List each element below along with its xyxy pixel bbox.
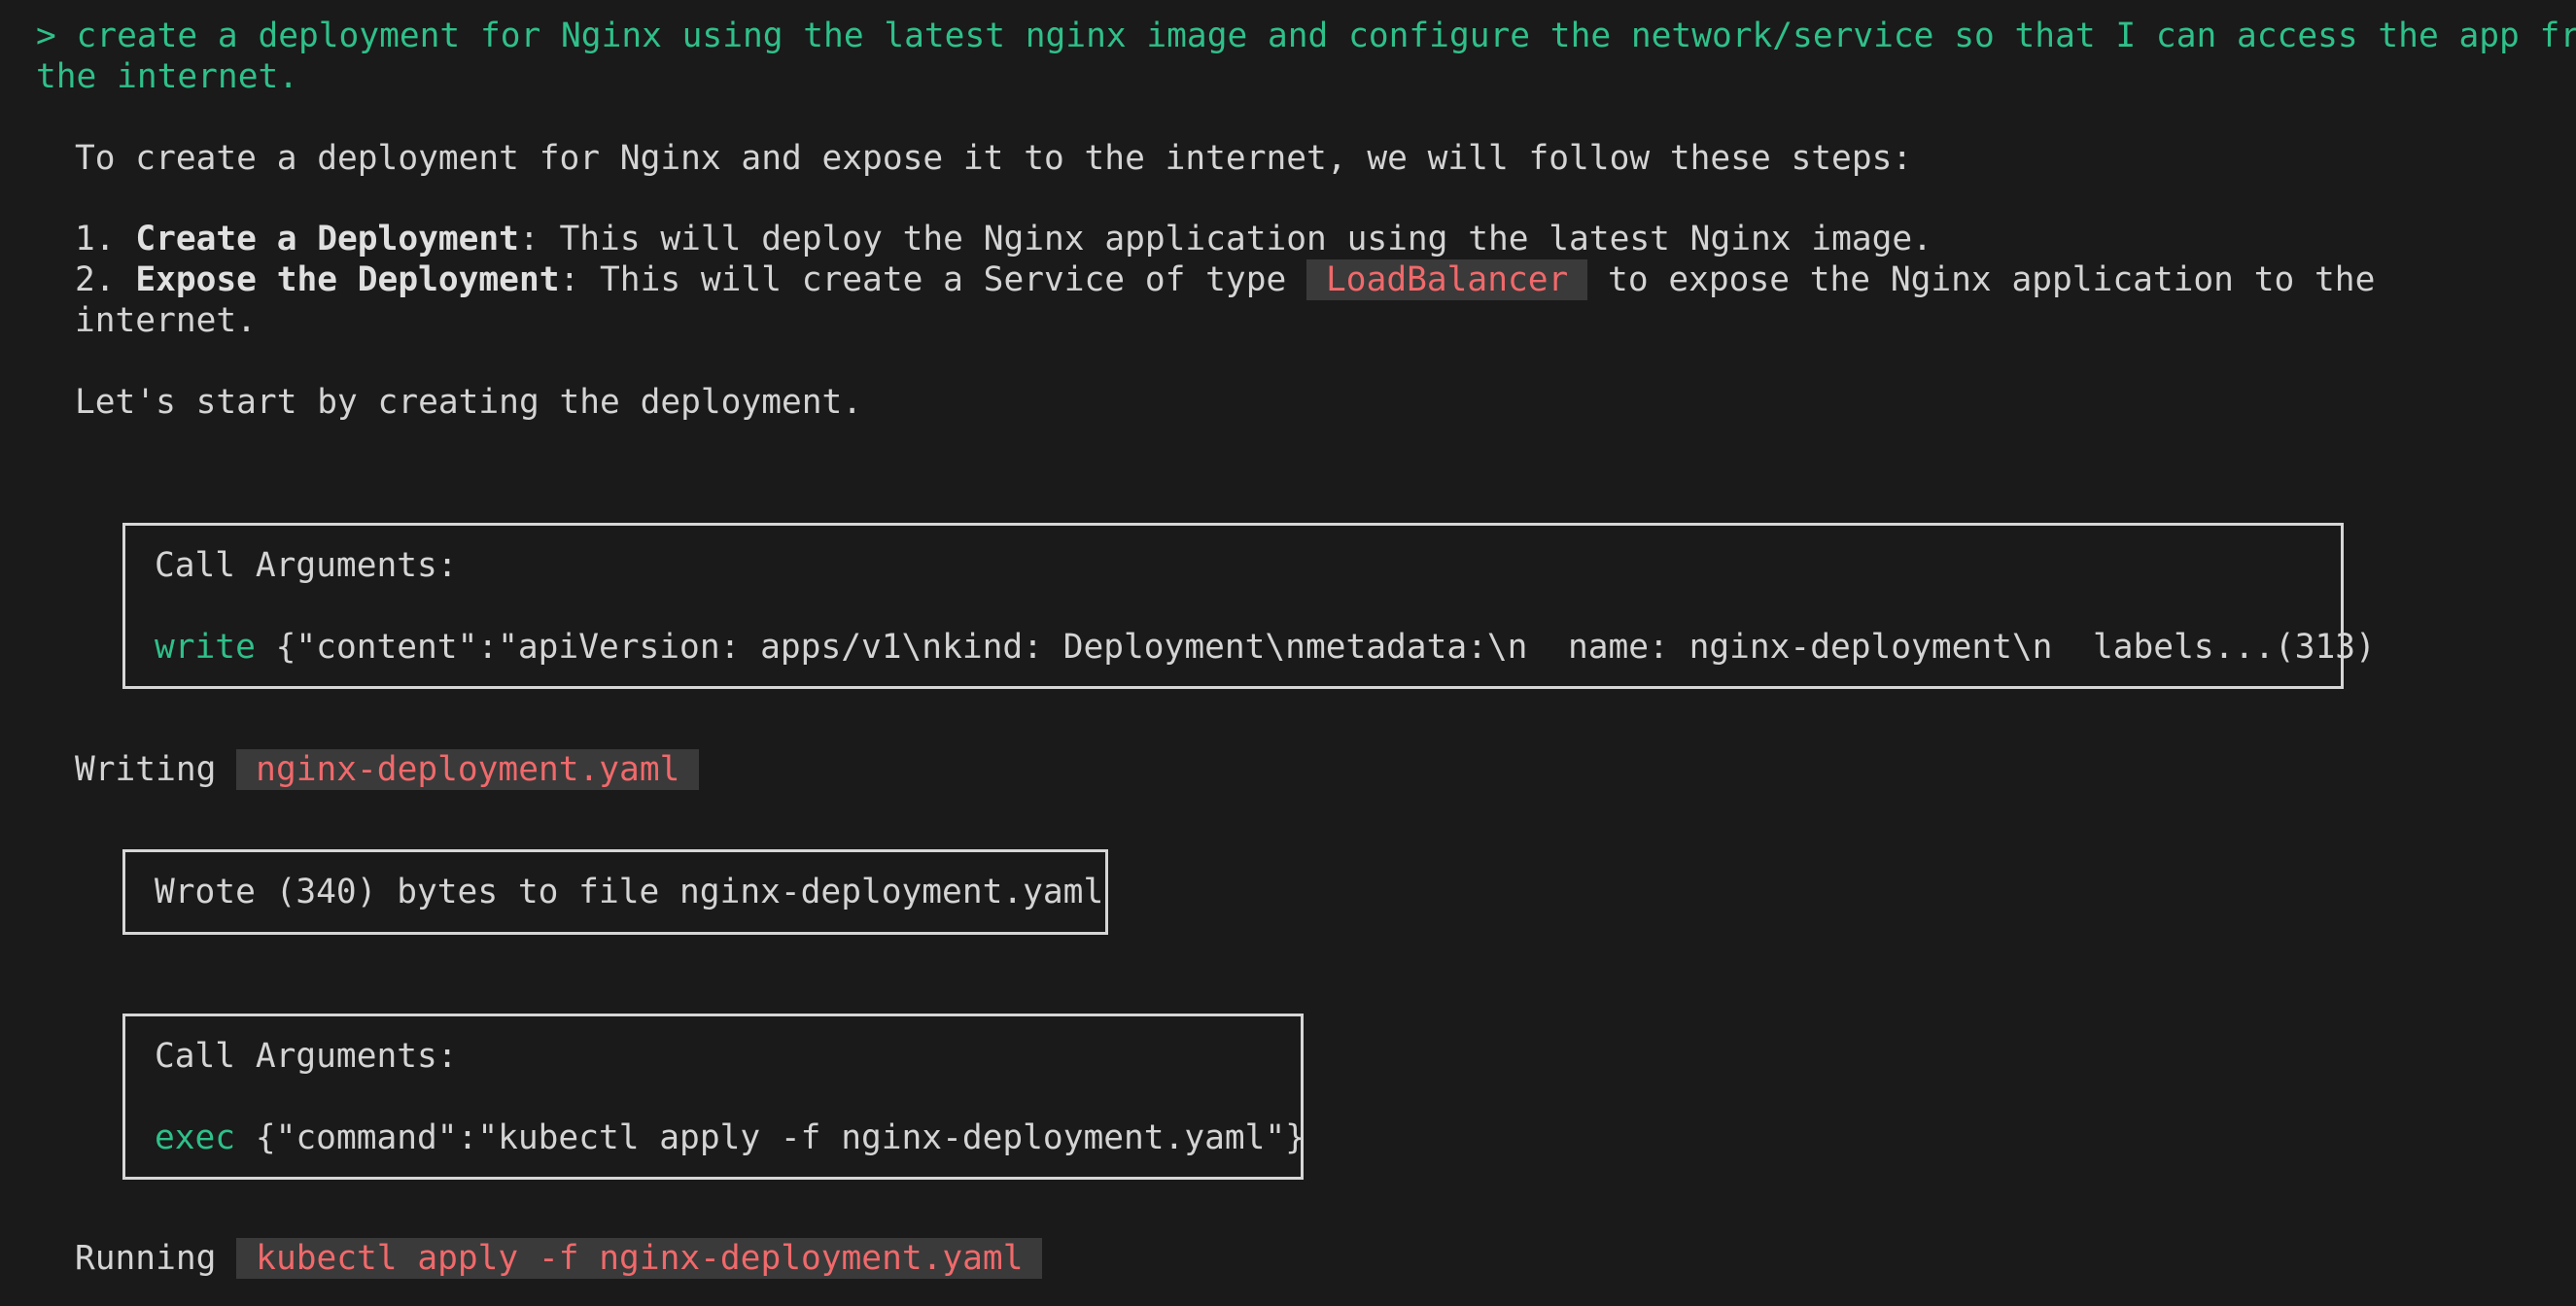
tool-name-exec: exec bbox=[155, 1118, 236, 1157]
call-arguments-line: exec {"command":"kubectl apply -f nginx-… bbox=[155, 1117, 1305, 1158]
user-prompt-line-1: > create a deployment for Nginx using th… bbox=[36, 17, 2576, 55]
running-command-code: kubectl apply -f nginx-deployment.yaml bbox=[236, 1238, 1043, 1279]
step-2-title: Expose the Deployment bbox=[135, 260, 560, 299]
call-arguments-header: Call Arguments: bbox=[155, 1037, 458, 1076]
user-prompt-line-2: the internet. bbox=[36, 57, 299, 96]
step-2-text-after: to expose the Nginx application to the bbox=[1587, 260, 2376, 299]
step-2-continuation: internet. bbox=[75, 301, 257, 340]
tool-result-text: Wrote (340) bytes to file nginx-deployme… bbox=[155, 873, 1104, 911]
step-1-number: 1. bbox=[75, 220, 136, 258]
writing-status: Writing nginx-deployment.yaml bbox=[75, 749, 700, 790]
step-1-title: Create a Deployment bbox=[135, 220, 519, 258]
start-text: Let's start by creating the deployment. bbox=[75, 383, 863, 422]
call-arguments-box-exec: Call Arguments: exec {"command":"kubectl… bbox=[122, 1014, 1305, 1180]
call-arguments-line: write {"content":"apiVersion: apps/v1\nk… bbox=[155, 627, 2376, 668]
response-intro: To create a deployment for Nginx and exp… bbox=[75, 139, 1913, 178]
call-arguments-header: Call Arguments: bbox=[155, 546, 458, 585]
step-2-number: 2. bbox=[75, 260, 136, 299]
tool-args: {"command":"kubectl apply -f nginx-deplo… bbox=[235, 1118, 1305, 1157]
tool-result-box: Wrote (340) bytes to file nginx-deployme… bbox=[122, 849, 1108, 935]
loadbalancer-code: LoadBalancer bbox=[1306, 259, 1588, 300]
tool-name-write: write bbox=[155, 628, 256, 667]
step-2: 2. Expose the Deployment: This will crea… bbox=[75, 259, 2375, 300]
writing-label: Writing bbox=[75, 750, 237, 789]
tool-args: {"content":"apiVersion: apps/v1\nkind: D… bbox=[255, 628, 2376, 667]
writing-file-code: nginx-deployment.yaml bbox=[236, 749, 700, 790]
running-label: Running bbox=[75, 1239, 237, 1278]
terminal-window: { "prompt": { "line1": "> create a deplo… bbox=[0, 0, 2576, 1306]
step-1: 1. Create a Deployment: This will deploy… bbox=[75, 219, 1932, 259]
step-2-text: : This will create a Service of type bbox=[559, 260, 1307, 299]
step-1-text: : This will deploy the Nginx application… bbox=[518, 220, 1932, 258]
running-status: Running kubectl apply -f nginx-deploymen… bbox=[75, 1238, 1043, 1279]
call-arguments-box-write: Call Arguments: write {"content":"apiVer… bbox=[122, 523, 2376, 689]
